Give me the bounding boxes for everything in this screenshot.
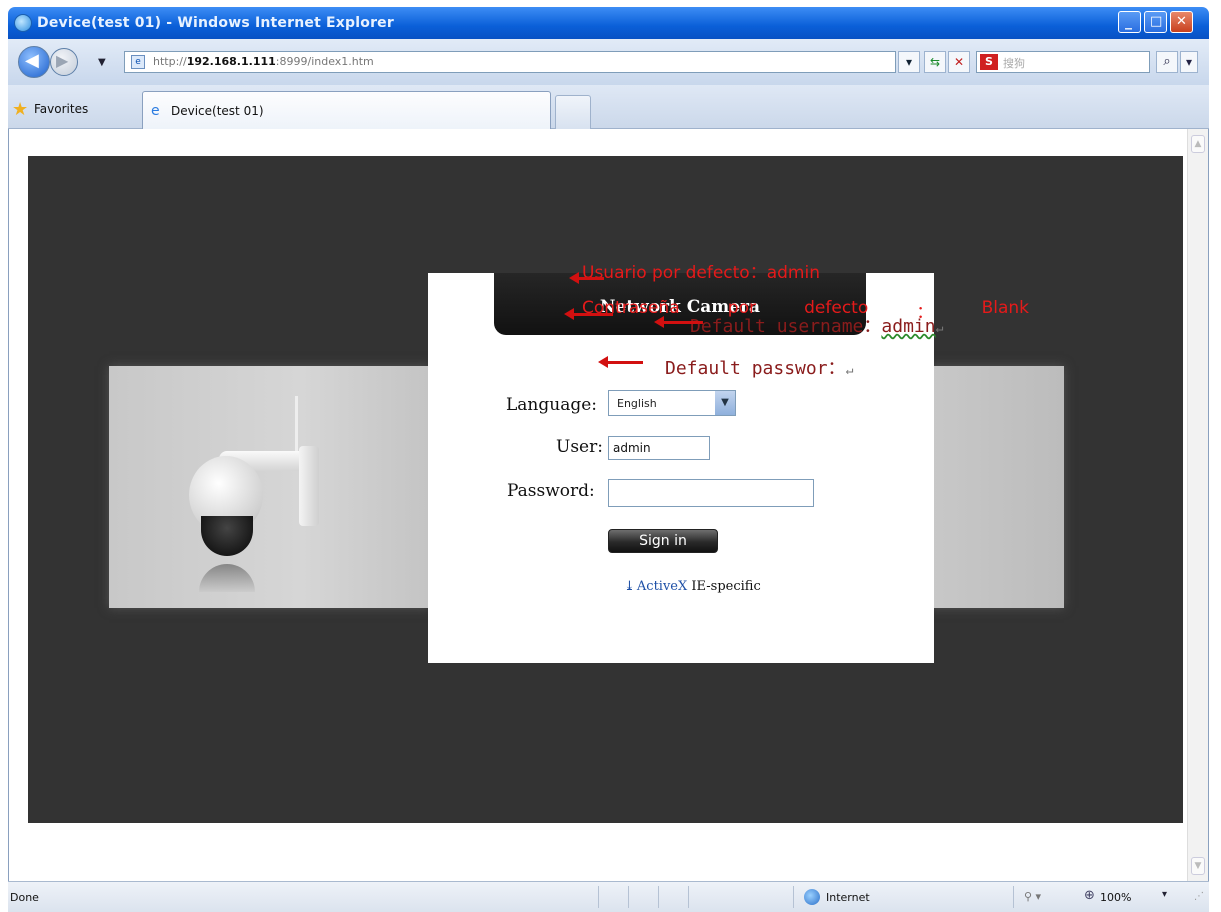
status-bar: Done Internet ⚲ ▾ ⊕ 100% ▾ ⋰ [8,881,1209,912]
password-label: Password: [507,481,595,501]
zoom-dropdown-icon[interactable]: ▾ [1162,889,1167,900]
ie-logo-icon [14,14,32,32]
annotation-text: Default username： [690,316,882,337]
annotation-text: Default passwor： [665,358,846,379]
new-tab-button[interactable] [555,95,591,129]
activex-download: ⤓ ActiveX IE-specific [624,579,761,594]
scroll-up-icon[interactable]: ▲ [1191,135,1205,153]
resize-grip-icon[interactable]: ⋰ [1194,891,1204,902]
back-button[interactable]: ◀ [18,46,50,78]
forward-arrow-icon: ▶ [56,51,69,70]
page-icon: e [131,55,145,69]
annotation-arrow-icon [569,272,604,284]
camera-reflection [199,564,255,592]
user-label: User: [556,437,603,457]
annotation-es-username: Usuario por defecto：admin [582,263,820,283]
globe-icon [804,889,820,905]
username-field[interactable]: admin [608,436,710,460]
refresh-icon[interactable]: ⇆ [924,51,946,73]
status-divider [1013,886,1014,908]
ptz-camera-image [189,396,329,596]
language-value: English [617,397,657,410]
address-dropdown-icon[interactable]: ▾ [898,51,920,73]
address-toolbar: ◀ ▶ ▼ e http://192.168.1.111:8999/index1… [8,39,1209,85]
chevron-down-icon[interactable]: ▼ [715,391,735,415]
tab-label: Device(test 01) [171,104,264,118]
vertical-scrollbar[interactable]: ▲ ▼ [1187,129,1208,881]
minimize-button[interactable]: _ [1118,11,1141,33]
annotation-en-password: Default passwor：↵ [665,354,853,380]
language-select[interactable]: English ▼ [608,390,736,416]
forward-button[interactable]: ▶ [50,48,78,76]
language-label: Language: [506,395,598,415]
activex-link[interactable]: ActiveX [637,579,687,594]
camera-lens [201,516,253,556]
favorites-star-icon[interactable]: ★ [12,99,28,120]
paragraph-mark: ↵ [935,321,944,336]
status-divider [688,886,689,908]
activex-suffix: IE-specific [691,579,761,594]
url-prefix: http:// [153,55,187,68]
page-content: Network Camera Language: English ▼ User:… [8,129,1209,881]
maximize-button[interactable]: □ [1144,11,1167,33]
camera-mount [299,446,319,526]
camera-banner-right [928,366,1064,608]
favorites-bar: ★ Favorites e Device(test 01) [8,85,1209,129]
annotation-value: admin [881,316,936,337]
url-host: 192.168.1.111 [186,55,276,68]
tab-device[interactable]: e Device(test 01) [142,91,551,129]
status-divider [598,886,599,908]
search-options-dropdown[interactable]: ▾ [1180,51,1198,73]
annotation-word: Blank [981,298,1029,318]
recent-pages-dropdown[interactable]: ▼ [98,57,106,68]
window-title: Device(test 01) - Windows Internet Explo… [37,15,394,31]
zoom-icon[interactable]: ⊕ [1084,888,1095,903]
sign-in-button[interactable]: Sign in [608,529,718,553]
status-text: Done [10,891,39,904]
search-provider-icon: S [980,54,998,70]
annotation-arrow-icon [564,308,613,320]
url-path: :8999/index1.htm [275,55,374,68]
zoom-level[interactable]: 100% [1100,891,1131,904]
title-bar: Device(test 01) - Windows Internet Explo… [8,7,1209,39]
search-input[interactable]: S 搜狗 [976,51,1150,73]
scroll-down-icon[interactable]: ▼ [1191,857,1205,875]
favorites-button[interactable]: Favorites [34,102,88,116]
status-divider [628,886,629,908]
search-icon[interactable]: ⌕ [1156,51,1178,73]
ie-window: Device(test 01) - Windows Internet Explo… [0,0,1221,912]
login-stage: Network Camera Language: English ▼ User:… [28,156,1183,823]
status-divider [658,886,659,908]
back-arrow-icon: ◀ [25,50,39,71]
address-input[interactable]: e http://192.168.1.111:8999/index1.htm [124,51,896,73]
close-button[interactable]: ✕ [1170,11,1193,33]
search-placeholder: 搜狗 [1003,57,1025,70]
annotation-word: Contraseña [582,298,680,318]
security-zone[interactable]: Internet [826,891,870,904]
download-icon: ⤓ [624,579,635,594]
ie-tab-icon: e [151,103,160,119]
stop-icon[interactable]: ✕ [948,51,970,73]
camera-banner-left [109,366,429,608]
annotation-en-username: Default username：admin↵ [690,312,943,338]
protected-mode-icon[interactable]: ⚲ ▾ [1024,890,1041,903]
annotation-arrow-icon [598,356,643,368]
annotation-arrow-icon [654,316,703,328]
paragraph-mark: ↵ [845,363,854,378]
status-divider [793,886,794,908]
password-field[interactable] [608,479,814,507]
